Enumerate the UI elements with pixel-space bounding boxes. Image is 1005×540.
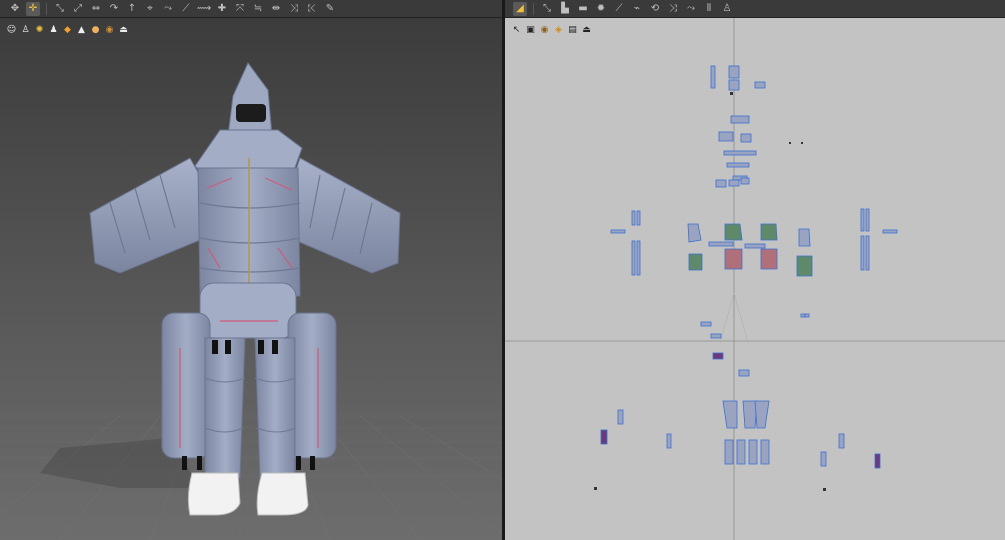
left-sleeve (89, 157, 211, 274)
segment-sew-icon[interactable]: ⟋ (179, 2, 193, 16)
sun-icon[interactable]: ✹ (594, 2, 608, 16)
toolbar-separator (533, 2, 534, 15)
small-markers (594, 92, 826, 491)
polygon-icon[interactable]: ▙ (558, 2, 572, 16)
chain-icon[interactable]: ⤳ (684, 2, 698, 16)
hood (227, 62, 273, 137)
left-leg-bag (161, 312, 211, 470)
transform-icon[interactable]: ✛ (26, 1, 40, 16)
pattern-tool-icon[interactable]: ↖ (511, 24, 522, 35)
shoes (187, 472, 309, 516)
pattern-pieces (600, 65, 898, 469)
measure-icon[interactable]: ≒ (251, 2, 265, 16)
toolbar-3d: ✥ ✛ ⤡ ⤢ ⇔ ↷ ↑ ⌖ ⤳ ⟋ ⟿ ✚ ⤧ ≒ ⇹ ⤨ ⤪ ✎ (0, 0, 502, 18)
texture-2d-icon[interactable]: ◉ (539, 24, 550, 35)
brush-icon[interactable]: ⤧ (233, 2, 247, 16)
magic-icon[interactable]: ✎ (323, 2, 337, 16)
free-sew-icon[interactable]: ⟿ (197, 2, 211, 16)
viewport-3d[interactable]: ☺ ♙ ✺ ♟ ◆ ▲ ● ◉ ⏏ (0, 18, 502, 540)
fold-2d-icon[interactable]: ▤ (567, 24, 578, 35)
sewing-icon[interactable]: ↷ (107, 2, 121, 16)
torso (197, 158, 301, 297)
edit-pattern-icon[interactable]: ⤡ (540, 2, 554, 16)
select-icon[interactable]: ✥ (8, 2, 22, 16)
toolbar-separator (46, 2, 47, 15)
arrow-icon[interactable]: ↑ (125, 2, 139, 16)
segment-icon[interactable]: ⌁ (630, 2, 644, 16)
toolbar-2d: ◢ ⤡ ▙ ▬ ✹ ⟋ ⌁ ⟲ ⤨ ⤳ ⫴ ♙ (505, 0, 1005, 18)
right-sleeve (287, 157, 401, 274)
check-sew-icon[interactable]: ✚ (215, 2, 229, 16)
shirt-icon[interactable]: ♙ (720, 2, 734, 16)
material-icon[interactable]: ◆ (62, 24, 73, 35)
layer-icon[interactable]: ▣ (525, 24, 536, 35)
lock-icon[interactable]: ▲ (76, 24, 87, 35)
edit-point-icon[interactable]: ⤡ (53, 2, 67, 16)
subtoolbar-2d: ↖ ▣ ◉ ◈ ▤ ⏏ (511, 24, 592, 35)
avatar-view-icon[interactable]: ☺ (6, 24, 17, 35)
pin-icon[interactable]: ⌖ (143, 2, 157, 16)
tack-icon[interactable]: ⤳ (161, 2, 175, 16)
seam-icon[interactable]: ⟲ (648, 2, 662, 16)
export-2d-icon[interactable]: ⏏ (581, 24, 592, 35)
subtoolbar-3d: ☺ ♙ ✺ ♟ ◆ ▲ ● ◉ ⏏ (6, 24, 129, 35)
edit-curve-icon[interactable]: ⤢ (71, 2, 85, 16)
garment-icon[interactable]: ♙ (20, 24, 31, 35)
pattern-select-icon[interactable]: ◢ (513, 1, 527, 16)
viewport-2d[interactable]: ↖ ▣ ◉ ◈ ▤ ⏏ (505, 18, 1005, 540)
internal-line-icon[interactable]: ⟋ (612, 2, 626, 16)
pants (204, 337, 296, 479)
pattern-canvas (505, 18, 1005, 540)
person-icon[interactable]: ♟ (48, 24, 59, 35)
line-icon[interactable]: ⤪ (305, 2, 319, 16)
fold-line-icon[interactable]: ⤨ (666, 2, 680, 16)
app-window: ✥ ✛ ⤡ ⤢ ⇔ ↷ ↑ ⌖ ⤳ ⟋ ⟿ ✚ ⤧ ≒ ⇹ ⤨ ⤪ ✎ ◢ ⤡ … (0, 0, 1005, 540)
stitch-icon[interactable]: ⫴ (702, 2, 716, 16)
ruler-icon[interactable]: ⇹ (269, 2, 283, 16)
rectangle-icon[interactable]: ▬ (576, 2, 590, 16)
globe-icon[interactable]: ◉ (104, 24, 115, 35)
grade-icon[interactable]: ◈ (553, 24, 564, 35)
waist-pouch (199, 282, 297, 339)
export-icon[interactable]: ⏏ (118, 24, 129, 35)
tape-icon[interactable]: ⤨ (287, 2, 301, 16)
skin-icon[interactable]: ● (90, 24, 101, 35)
texture-icon[interactable]: ✺ (34, 24, 45, 35)
scene-3d (0, 62, 502, 540)
fold-icon[interactable]: ⇔ (89, 2, 103, 16)
